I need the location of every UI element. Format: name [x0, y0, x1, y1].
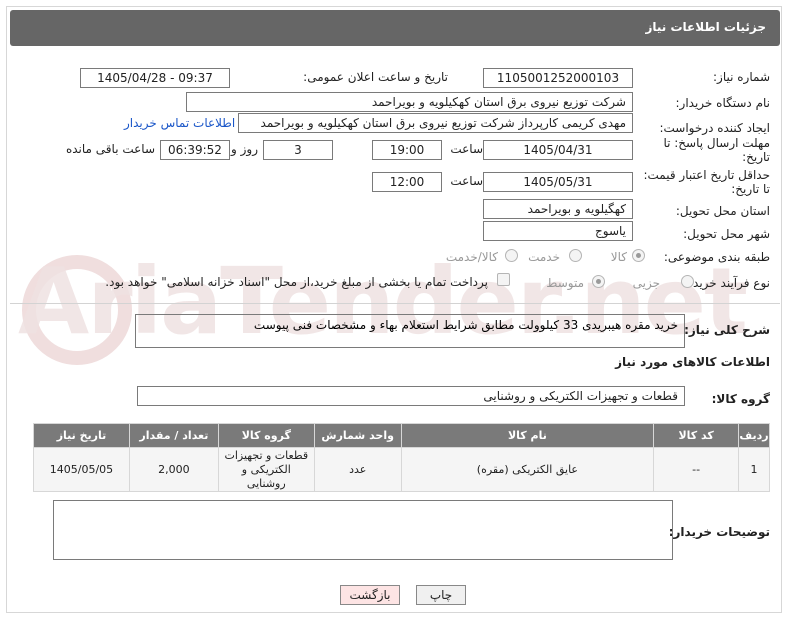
remaining-label: ساعت باقی مانده	[65, 142, 155, 156]
cell-unit: عدد	[313, 447, 402, 492]
creator-field: مهدی کریمی کارپرداز شرکت توزیع نیروی برق…	[238, 113, 633, 133]
reply-time-label: ساعت	[450, 142, 483, 156]
cell-group-line: قطعات و تجهیزات	[224, 448, 309, 462]
page-header: جزئیات اطلاعات نیاز	[10, 10, 780, 46]
creator-label: ایجاد کننده درخواست:	[659, 121, 770, 135]
goods-table: ردیف کد کالا نام کالا واحد شمارش گروه کا…	[33, 423, 770, 495]
price-time-label: ساعت	[450, 174, 483, 188]
col-group: گروه کالا	[217, 423, 315, 448]
cell-group-line: الکتریکی و	[241, 462, 291, 476]
category-option-goods: کالا	[610, 250, 627, 264]
price-deadline-label: حداقل تاریخ اعتبار قیمت:	[643, 168, 770, 182]
col-unit: واحد شمارش	[313, 423, 402, 448]
province-label: استان محل تحویل:	[675, 204, 770, 218]
days-remaining-field: 3	[263, 140, 333, 160]
days-label: روز و	[231, 142, 258, 156]
goods-group-field: قطعات و تجهیزات الکتریکی و روشنایی	[137, 386, 685, 406]
col-qty: تعداد / مقدار	[128, 423, 219, 448]
cell-row: 1	[738, 447, 770, 492]
remaining-time-field: 06:39:52	[160, 140, 230, 160]
cell-group-line: روشنایی	[246, 476, 286, 490]
category-radio-service[interactable]	[569, 249, 582, 262]
price-date-field: 1405/05/31	[483, 172, 633, 192]
reply-deadline-label-2: تاریخ:	[742, 150, 770, 164]
buyer-org-label: نام دستگاه خریدار:	[675, 96, 771, 110]
page-title: جزئیات اطلاعات نیاز	[645, 20, 766, 34]
category-radio-goods[interactable]	[632, 249, 645, 262]
goods-group-label: گروه کالا:	[711, 392, 770, 406]
process-option-minor: جزیی	[632, 276, 660, 290]
table-header-row: ردیف کد کالا نام کالا واحد شمارش گروه کا…	[33, 423, 770, 448]
need-number-label: شماره نیاز:	[713, 70, 770, 84]
cell-qty: 2,000	[128, 447, 219, 492]
reply-deadline-label: مهلت ارسال پاسخ: تا	[663, 136, 770, 150]
city-field: یاسوج	[483, 221, 633, 241]
cell-date: 1405/05/05	[33, 447, 130, 492]
need-number-field: 1105001252000103	[483, 68, 633, 88]
buyer-org-field: شرکت توزیع نیروی برق استان کهکیلویه و بو…	[186, 92, 633, 112]
cell-group: قطعات و تجهیزات الکتریکی و روشنایی	[217, 447, 315, 492]
treasury-checkbox[interactable]	[497, 273, 510, 286]
table-row: 1 -- عایق الکتریکی (مقره) عدد قطعات و تج…	[33, 447, 770, 492]
price-time-field: 12:00	[372, 172, 442, 192]
process-label: نوع فرآیند خرید :	[685, 276, 770, 290]
reply-date-field: 1405/04/31	[483, 140, 633, 160]
province-field: کهگیلویه و بویراحمد	[483, 199, 633, 219]
col-date: تاریخ نیاز	[33, 423, 130, 448]
description-textarea[interactable]: خرید مقره هیبریدی 33 کیلوولت مطابق شرایط…	[135, 314, 685, 348]
category-radio-goods-service[interactable]	[505, 249, 518, 262]
price-deadline-label-2: تا تاریخ:	[731, 182, 770, 196]
payment-note: پرداخت تمام یا بخشی از مبلغ خرید،از محل …	[105, 275, 488, 289]
announce-label: تاریخ و ساعت اعلان عمومی:	[303, 70, 448, 84]
process-option-medium: متوسط	[546, 276, 584, 290]
print-button[interactable]: چاپ	[416, 585, 466, 605]
reply-time-field: 19:00	[372, 140, 442, 160]
announce-field: 1405/04/28 - 09:37	[80, 68, 230, 88]
process-radio-minor[interactable]	[681, 275, 694, 288]
description-label: شرح کلی نیاز:	[684, 323, 770, 337]
divider	[10, 303, 780, 304]
buyer-notes-label: توضیحات خریدار:	[668, 525, 770, 539]
goods-info-title: اطلاعات کالاهای مورد نیاز	[615, 355, 770, 369]
col-name: نام کالا	[400, 423, 655, 448]
category-option-service: خدمت	[528, 250, 560, 264]
watermark-logo	[22, 255, 132, 365]
cell-code: --	[653, 447, 740, 492]
buyer-notes-textarea[interactable]	[53, 500, 673, 560]
buyer-contact-link[interactable]: اطلاعات تماس خریدار	[124, 116, 235, 130]
city-label: شهر محل تحویل:	[683, 227, 770, 241]
category-label: طبقه بندی موضوعی:	[663, 250, 770, 264]
process-radio-medium[interactable]	[592, 275, 605, 288]
cell-name: عایق الکتریکی (مقره)	[400, 447, 655, 492]
col-code: کد کالا	[653, 423, 740, 448]
back-button[interactable]: بازگشت	[340, 585, 400, 605]
category-option-goods-service: کالا/خدمت	[445, 250, 498, 264]
col-row: ردیف	[738, 423, 770, 448]
